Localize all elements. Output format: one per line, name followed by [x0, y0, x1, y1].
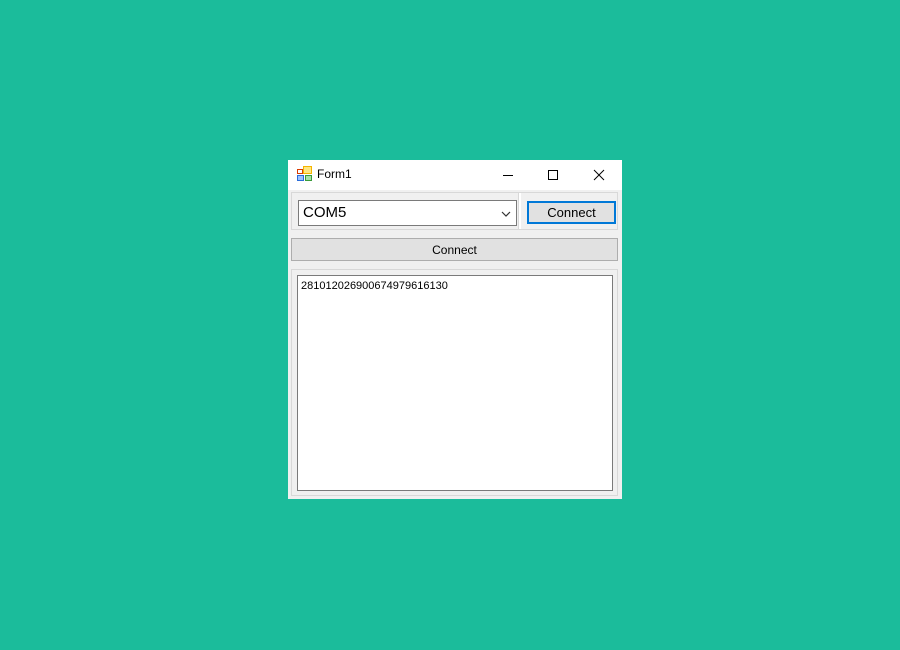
maximize-button[interactable]: [530, 160, 576, 190]
top-panel: COM5 Connect: [291, 192, 618, 230]
port-select-value: COM5: [303, 204, 347, 221]
app-icon: [297, 166, 312, 181]
connect-bar-button[interactable]: Connect: [291, 238, 618, 261]
window-title: Form1: [317, 167, 352, 181]
maximize-icon: [548, 170, 558, 180]
title-bar[interactable]: Form1: [288, 160, 622, 190]
port-select[interactable]: COM5: [298, 200, 517, 226]
connect-button[interactable]: Connect: [527, 201, 616, 224]
minimize-button[interactable]: [485, 160, 531, 190]
output-panel: 28101202690067497961613​0: [291, 269, 618, 496]
form1-window: Form1 COM5 Connect Connect 2810120269006…: [288, 160, 622, 499]
output-text: 28101202690067497961613​0: [301, 280, 448, 292]
close-button[interactable]: [576, 160, 622, 190]
close-icon: [593, 169, 605, 181]
split-divider: [518, 193, 521, 229]
output-textbox[interactable]: 28101202690067497961613​0: [297, 275, 613, 491]
chevron-down-icon[interactable]: [500, 209, 512, 219]
minimize-icon: [503, 175, 513, 176]
